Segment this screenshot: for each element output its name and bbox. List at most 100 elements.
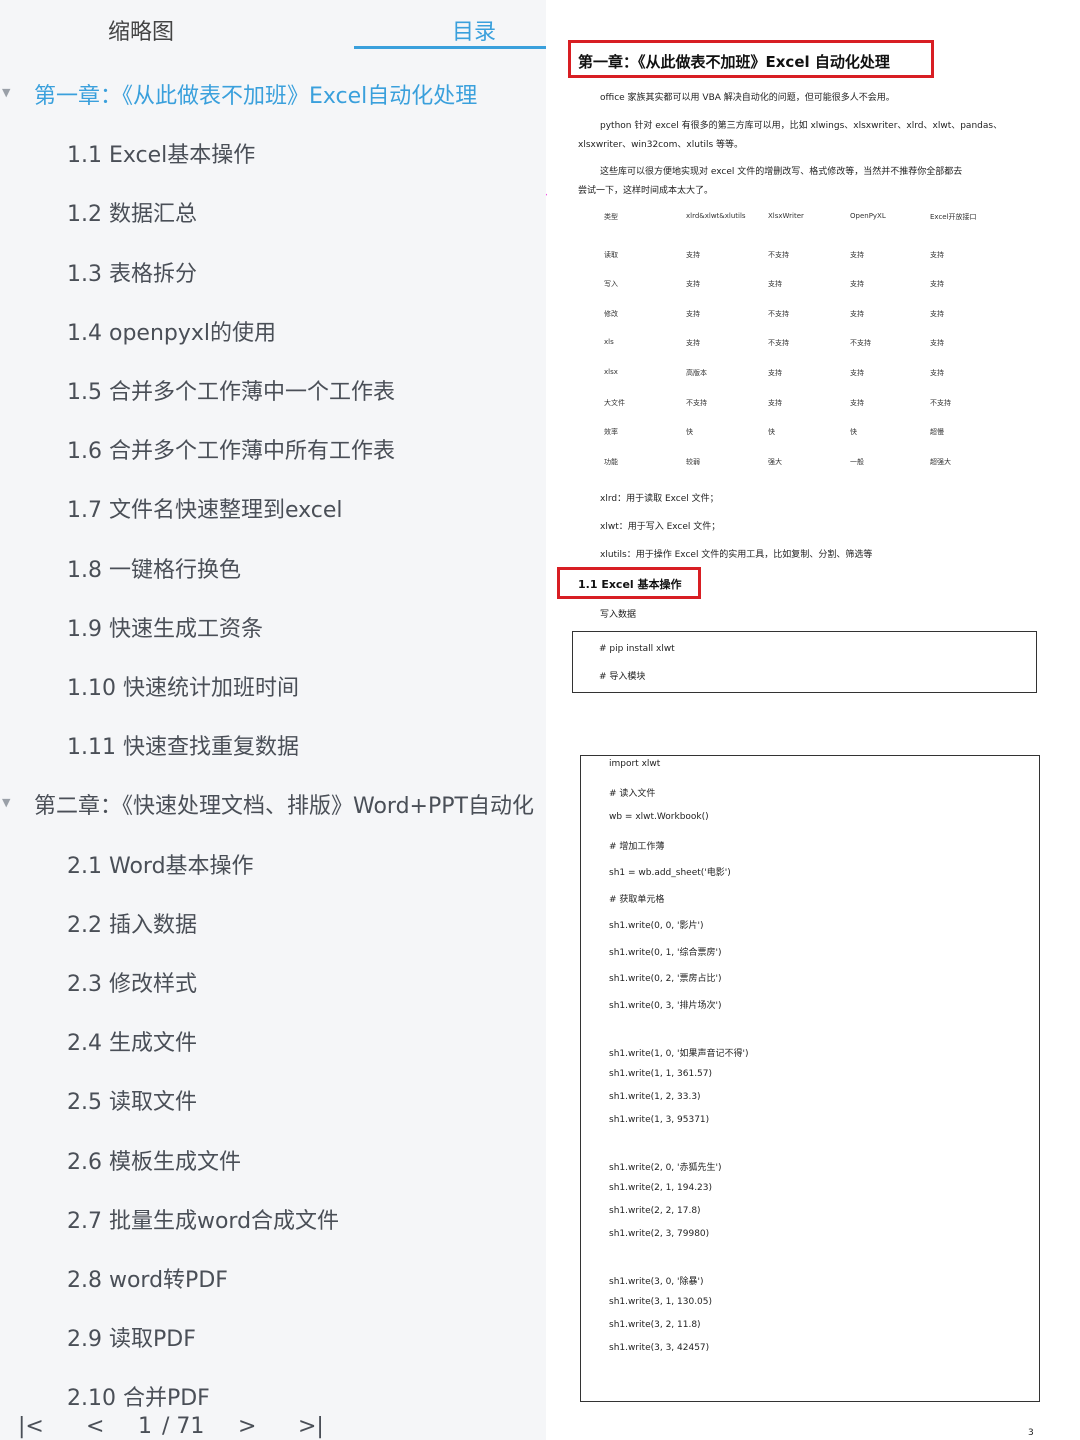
toc-section-item[interactable]: 2.6 模板生成文件 [67,1144,241,1176]
collapse-caret-icon[interactable]: ▼ [2,796,10,809]
table-cell: 快 [768,428,775,437]
table-cell: 高版本 [686,369,707,377]
current-page-number[interactable]: 1 [138,1414,152,1439]
code-line: sh1.write(1, 1, 361.57) [609,1069,713,1079]
code-line: # pip install xlwt [599,644,675,654]
code-line: import xlwt [609,759,661,769]
toc-section-item[interactable]: 1.1 Excel基本操作 [67,137,255,169]
table-header-cell: Excel开放接口 [930,213,977,221]
toc-section-item[interactable]: 1.6 合并多个工作薄中所有工作表 [67,433,395,465]
paragraph: 这些库可以很方便地实现对 excel 文件的增删改写、格式修改等，当然并不推荐你… [600,167,963,177]
table-header-cell: XlsxWriter [768,212,804,220]
code-line: sh1.write(2, 2, 17.8) [609,1206,701,1216]
table-cell: 支持 [768,280,782,289]
table-cell: 快 [850,428,857,437]
collapse-caret-icon[interactable]: ▼ [2,86,10,99]
table-cell: 支持 [850,369,864,377]
tab-table-of-contents[interactable]: 目录 [452,14,496,46]
table-cell: 支持 [686,250,700,259]
table-header-cell: xlrd&xlwt&xlutils [686,212,746,220]
code-line: # 读入文件 [609,788,656,799]
table-cell: 写入 [604,280,618,289]
code-line: wb = xlwt.Workbook() [609,812,709,822]
total-pages: / 71 [162,1414,205,1439]
toc-section-item[interactable]: 2.1 Word基本操作 [67,848,254,880]
chapter-title: 第一章：《从此做表不加班》Excel 自动化处理 [578,53,890,71]
toc-section-item[interactable]: 1.4 openpyxl的使用 [67,315,276,347]
toc-section-item[interactable]: 1.8 一键格行换色 [67,552,241,584]
table-cell: 修改 [604,309,618,318]
table-cell: 较弱 [686,457,700,466]
code-line: # 导入模块 [599,672,646,682]
table-cell: 支持 [930,250,944,259]
code-line: sh1 = wb.add_sheet('电影') [609,868,731,878]
toc-section-item[interactable]: 1.2 数据汇总 [67,196,197,228]
toc-section-item[interactable]: 1.11 快速查找重复数据 [67,729,299,761]
table-cell: 支持 [850,250,864,259]
toc-section-item[interactable]: 2.8 word转PDF [67,1262,228,1294]
first-page-button[interactable]: |< [18,1414,44,1439]
code-line: # 获取单元格 [609,894,665,905]
table-cell: 支持 [768,369,782,377]
toc-section-item[interactable]: 1.7 文件名快速整理到excel [67,492,343,524]
toc-section-item[interactable]: 2.4 生成文件 [67,1025,197,1057]
active-tab-indicator [354,46,546,49]
table-cell: 支持 [850,309,864,318]
toc-chapter-item[interactable]: 第二章：《快速处理文档、排版》Word+PPT自动化 [34,788,534,820]
code-line: sh1.write(0, 1, '综合票房') [609,947,722,958]
code-block-install: # pip install xlwt # 导入模块 [572,631,1037,693]
next-page-button[interactable]: > [238,1414,256,1439]
code-line: sh1.write(3, 0, '除暴') [609,1277,704,1287]
toc-section-item[interactable]: 2.5 读取文件 [67,1084,197,1116]
outline-sidebar: 缩略图 目录 第一章：《从此做表不加班》Excel自动化处理 ▼ 1.1 Excel… [0,0,546,1440]
toc-section-item[interactable]: 2.2 插入数据 [67,907,197,939]
code-line: sh1.write(2, 0, '赤狐先生') [609,1163,722,1173]
page-navigator: |< < 1 / 71 > >| [0,1410,546,1440]
table-cell: 强大 [768,457,782,466]
tab-thumbnails[interactable]: 缩略图 [108,14,174,46]
table-cell: 大文件 [604,398,625,407]
last-page-button[interactable]: >| [298,1414,324,1439]
subheading: 写入数据 [600,610,637,620]
table-cell: 效率 [604,428,618,437]
code-line: sh1.write(3, 1, 130.05) [609,1297,713,1307]
document-page: 第一章：《从此做表不加班》Excel 自动化处理 office 家族其实都可以用… [546,0,1080,1440]
toc-section-item[interactable]: 2.9 读取PDF [67,1321,196,1353]
toc-section-item[interactable]: 1.5 合并多个工作薄中一个工作表 [67,374,395,406]
paragraph: 尝试一下，这样时间成本太大了。 [578,186,714,196]
section-title: 1.1 Excel 基本操作 [578,578,682,591]
code-line: sh1.write(1, 2, 33.3) [609,1092,701,1102]
table-cell: 快 [686,428,693,437]
table-cell: 不支持 [850,339,871,348]
code-line: # 增加工作薄 [609,841,665,852]
table-cell: 超强大 [930,457,951,466]
code-line: sh1.write(2, 3, 79980) [609,1229,710,1239]
table-cell: xls [604,338,614,347]
toc-section-item[interactable]: 1.9 快速生成工资条 [67,611,263,643]
table-cell: 不支持 [768,250,789,259]
table-cell: 功能 [604,457,618,466]
table-cell: 支持 [686,339,700,348]
table-cell: 不支持 [768,309,789,318]
code-line: sh1.write(3, 2, 11.8) [609,1320,701,1330]
table-cell: 不支持 [686,398,707,407]
toc-section-item[interactable]: 1.3 表格拆分 [67,256,197,288]
toc-section-item[interactable]: 2.7 批量生成word合成文件 [67,1203,339,1235]
paragraph: office 家族其实都可以用 VBA 解决自动化的问题，但可能很多人不会用。 [600,93,895,103]
code-line: sh1.write(2, 1, 194.23) [609,1183,713,1193]
table-cell: 超慢 [930,428,944,437]
table-cell: 一般 [850,457,864,466]
paragraph: python 针对 excel 有很多的第三方库可以用，比如 xlwings、x… [600,121,1003,131]
sidebar-tabs: 缩略图 目录 [0,0,546,60]
table-cell: 支持 [930,309,944,318]
lib-note: xlrd：用于读取 Excel 文件； [600,494,719,504]
toc-section-item[interactable]: 2.10 合并PDF [67,1380,210,1412]
toc-section-item[interactable]: 1.10 快速统计加班时间 [67,670,299,702]
toc-section-item[interactable]: 2.3 修改样式 [67,966,197,998]
table-cell: 支持 [930,280,944,289]
lib-note: xlutils：用于操作 Excel 文件的实用工具，比如复制、分割、筛选等 [600,550,873,560]
toc-chapter-item[interactable]: 第一章：《从此做表不加班》Excel自动化处理 [34,78,477,110]
table-cell: xlsx [604,368,618,376]
prev-page-button[interactable]: < [86,1414,104,1439]
table-cell: 支持 [686,280,700,289]
